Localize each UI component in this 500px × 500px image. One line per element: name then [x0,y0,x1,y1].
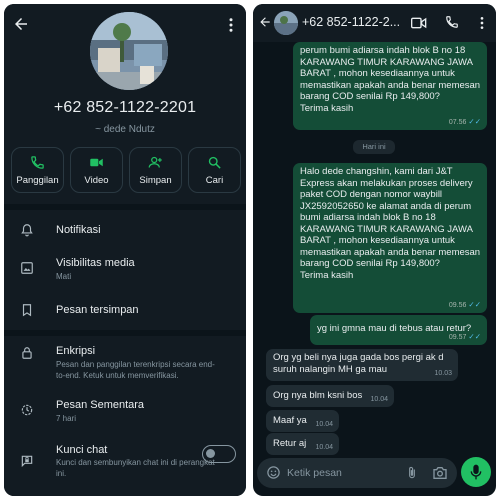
phone-icon [31,155,44,169]
media-visibility-status: Mati [56,272,72,281]
back-arrow-icon[interactable] [12,15,30,33]
chat-lock-title: Kunci chat [56,444,108,456]
media-visibility-title: Visibilitas media [56,257,135,269]
message-time: 09.57 ✓✓ [448,331,481,341]
message-bubble[interactable]: perum bumi adiarsa indah blok B no 18 KA… [293,42,487,130]
more-vertical-icon[interactable] [477,15,487,31]
search-button[interactable]: Cari [188,147,241,193]
encryption-title: Enkripsi [56,345,96,357]
message-time: 10.03 [434,369,452,377]
chat-lock-row[interactable]: Kunci chat Kunci dan sembunyikan chat in… [4,438,246,488]
contact-nickname: ~ dede Ndutz [95,124,155,135]
message-list[interactable]: perum bumi adiarsa indah blok B no 18 KA… [253,42,496,456]
chat-panel: +62 852-1122-2... perum bumi adiarsa ind… [253,4,496,496]
voice-message-button[interactable] [461,457,491,487]
video-call-icon[interactable] [411,16,427,30]
video-icon [90,158,103,166]
contact-avatar[interactable] [90,12,168,90]
chat-lock-icon [21,455,33,468]
video-button-label: Video [84,174,109,186]
notifications-row[interactable]: Notifikasi [4,210,246,248]
search-button-label: Cari [205,174,224,186]
save-contact-button-label: Simpan [139,174,172,186]
call-button-label: Panggilan [16,174,59,186]
timer-icon [21,404,33,416]
more-vertical-icon[interactable] [224,16,238,34]
contact-phone-number: +62 852-1122-2201 [53,99,197,116]
message-bubble[interactable]: Org nya blm ksni bos 10.04 [266,385,394,407]
screenshot-canvas: +62 852-1122-2201 ~ dede Ndutz Panggilan… [0,0,500,500]
contact-info-panel: +62 852-1122-2201 ~ dede Ndutz Panggilan… [4,4,246,496]
message-time: 09.56 ✓✓ [448,299,481,309]
message-input[interactable]: Ketik pesan [287,467,342,479]
message-time: 10.04 [315,420,333,428]
add-contact-icon [148,156,162,168]
saved-messages-row[interactable]: Pesan tersimpan [4,290,246,328]
contact-actions: Panggilan Video Simpan Cari [11,147,241,193]
message-bubble[interactable]: Retur aj 10.04 [266,433,339,455]
disappearing-messages-title: Pesan Sementara [56,399,145,411]
bookmark-icon [22,304,32,317]
read-receipt-icon: ✓✓ [468,331,481,341]
video-button[interactable]: Video [70,147,123,193]
search-icon [208,156,221,169]
lock-icon [22,347,32,359]
chat-header: +62 852-1122-2... [253,4,496,42]
message-bubble[interactable]: Org yg beli nya juga gada bos pergi ak d… [266,349,458,381]
image-icon [21,262,33,274]
call-button[interactable]: Panggilan [11,147,64,193]
emoji-icon[interactable] [266,465,281,480]
date-chip: Hari ini [353,140,395,154]
message-bubble[interactable]: Maaf ya 10.04 [266,410,339,432]
chat-lock-toggle[interactable] [202,445,236,463]
message-text: Org yg beli nya juga gada bos pergi ak d… [273,352,444,375]
privacy-section: Enkripsi Pesan dan panggilan terenkripsi… [4,336,246,496]
message-text: perum bumi adiarsa indah blok B no 18 KA… [300,45,481,114]
camera-icon[interactable] [432,466,448,480]
encryption-row[interactable]: Enkripsi Pesan dan panggilan terenkripsi… [4,336,246,386]
message-bubble[interactable]: Halo dede changshin, kami dari J&T Expre… [293,163,487,313]
message-time: 10.04 [315,443,333,451]
encryption-description: Pesan dan panggilan terenkripsi secara e… [56,360,215,380]
notifications-title: Notifikasi [56,224,101,236]
chat-avatar[interactable] [274,11,298,35]
saved-messages-title: Pesan tersimpan [56,304,139,316]
bell-icon [21,224,33,237]
disappearing-messages-row[interactable]: Pesan Sementara 7 hari [4,392,246,434]
message-bubble[interactable]: yg ini gmna mau di tebus atau retur? 09.… [310,315,487,345]
message-time: 10.04 [370,395,388,403]
disappearing-messages-duration: 7 hari [56,414,77,423]
microphone-icon [470,464,482,480]
settings-section: Notifikasi Visibilitas media Mati Pesan … [4,210,246,330]
message-composer[interactable]: Ketik pesan [257,458,457,488]
voice-call-icon[interactable] [445,15,459,29]
attachment-icon[interactable] [405,465,419,481]
read-receipt-icon: ✓✓ [468,116,481,126]
media-visibility-row[interactable]: Visibilitas media Mati [4,248,246,290]
save-contact-button[interactable]: Simpan [129,147,182,193]
read-receipt-icon: ✓✓ [468,299,481,309]
message-time: 07.56 ✓✓ [448,116,481,126]
message-text: Halo dede changshin, kami dari J&T Expre… [300,166,481,281]
chat-contact-name[interactable]: +62 852-1122-2... [302,15,400,29]
chat-lock-description: Kunci dan sembunyikan chat ini di perang… [56,458,215,478]
back-arrow-icon[interactable] [258,15,272,29]
contact-header: +62 852-1122-2201 ~ dede Ndutz Panggilan… [4,4,246,204]
